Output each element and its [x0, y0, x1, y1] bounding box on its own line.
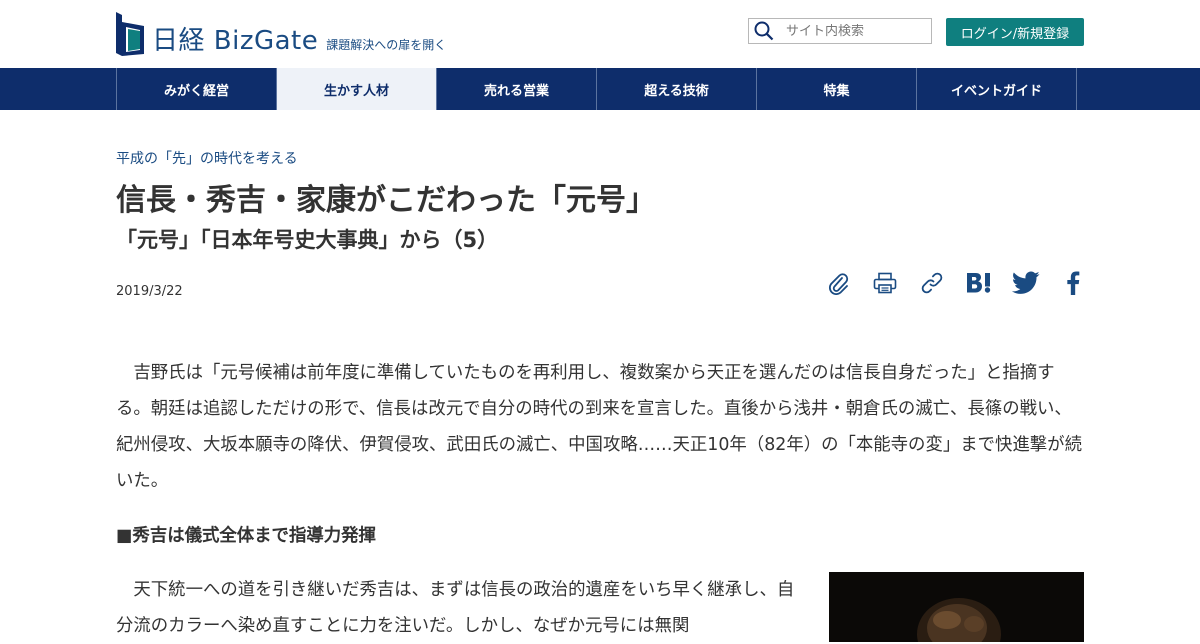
article-title: 信長・秀吉・家康がこだわった「元号」: [116, 183, 656, 218]
article-date: 2019/3/22: [116, 284, 183, 299]
nav-item-technology[interactable]: 超える技術: [597, 68, 757, 110]
clip-icon[interactable]: [824, 268, 852, 298]
article-paragraph: 天下統一への道を引き継いだ秀吉は、まずは信長の政治的遺産をいち早く継承し、自分流…: [116, 580, 795, 636]
hatena-bookmark-icon[interactable]: [965, 268, 993, 298]
global-nav: みがく経営 生かす人材 売れる営業 超える技術 特集 イベントガイド: [0, 68, 1200, 110]
logo-tagline: 課題解決への扉を開く: [326, 38, 447, 52]
section-heading: ■秀吉は儀式全体まで指導力発揮: [116, 526, 376, 546]
search-icon[interactable]: [754, 21, 774, 41]
nav-item-events[interactable]: イベントガイド: [917, 68, 1077, 110]
article-subtitle: 「元号」「日本年号史大事典」から（5）: [116, 228, 499, 252]
search-box[interactable]: [748, 18, 932, 44]
logo-name: 日経 BizGate: [152, 26, 319, 56]
article-series-link[interactable]: 平成の「先」の時代を考える: [116, 148, 298, 168]
logo-mark-icon: [116, 12, 146, 56]
twitter-icon[interactable]: [1012, 268, 1040, 298]
search-input[interactable]: [786, 23, 926, 39]
nav-item-features[interactable]: 特集: [757, 68, 917, 110]
nav-item-management[interactable]: みがく経営: [117, 68, 277, 110]
share-toolbar: [824, 268, 1087, 298]
nav-item-hr[interactable]: 生かす人材: [277, 68, 437, 110]
nav-item-sales[interactable]: 売れる営業: [437, 68, 597, 110]
article-paragraph: 吉野氏は「元号候補は前年度に準備していたものを再利用し、複数案から天正を選んだの…: [116, 363, 1082, 491]
article-photo: [829, 572, 1084, 642]
site-logo[interactable]: 日経 BizGate 課題解決への扉を開く: [116, 11, 446, 56]
print-icon[interactable]: [871, 268, 899, 298]
login-button[interactable]: ログイン/新規登録: [946, 18, 1084, 46]
link-icon[interactable]: [918, 268, 946, 298]
facebook-icon[interactable]: [1059, 268, 1087, 298]
